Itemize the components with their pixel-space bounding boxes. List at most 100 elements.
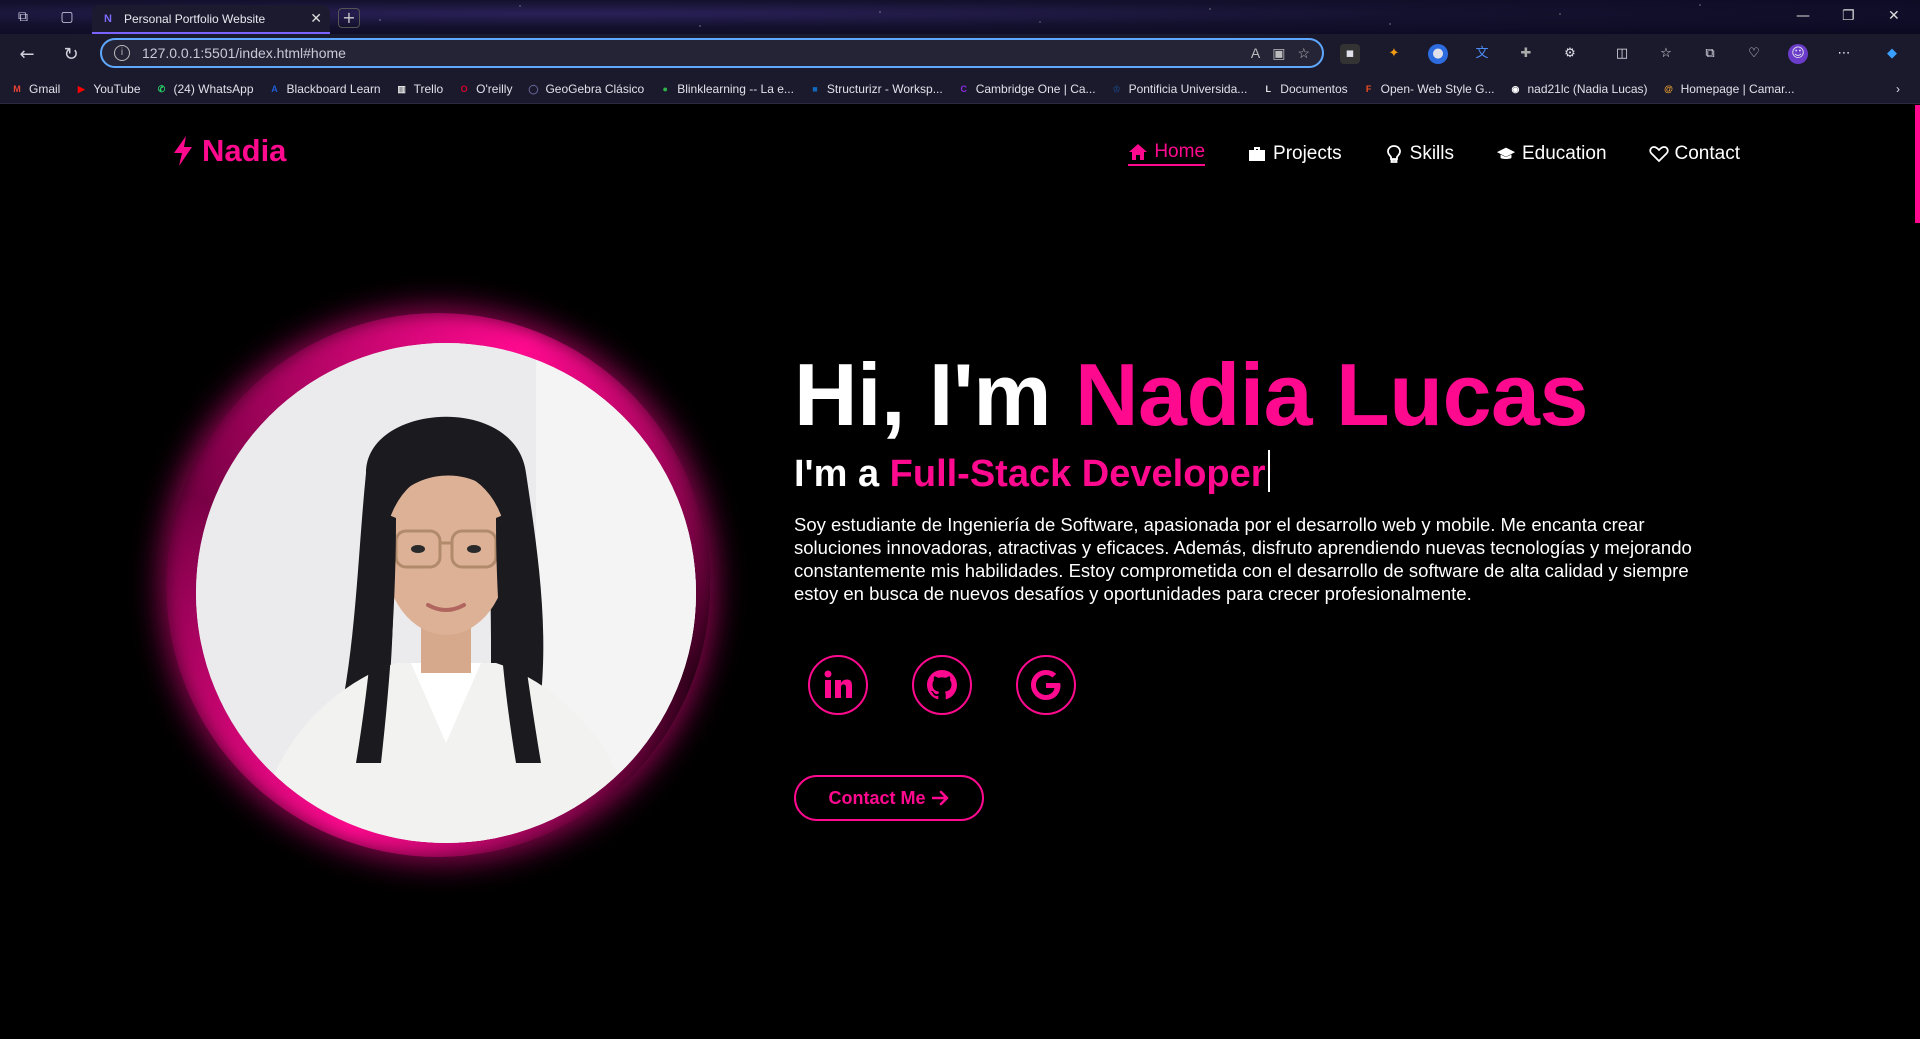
nav-home[interactable]: Home: [1128, 141, 1206, 166]
contact-me-button[interactable]: Contact Me: [794, 775, 984, 821]
hero-role-title: Full-Stack Developer: [889, 453, 1266, 495]
restore-icon[interactable]: ❐: [1842, 8, 1855, 24]
tab-favicon-icon: N: [104, 12, 112, 25]
collections-icon[interactable]: ⧉: [1700, 44, 1720, 64]
copilot-icon[interactable]: ◆: [1882, 44, 1902, 64]
minimize-icon[interactable]: —: [1796, 8, 1810, 24]
bookmark-item[interactable]: A Blackboard Learn: [268, 81, 381, 96]
nav-contact[interactable]: Contact: [1648, 141, 1740, 166]
bookmark-label: Blackboard Learn: [286, 81, 381, 96]
nav-skills-label: Skills: [1409, 142, 1454, 164]
bookmark-favicon-icon: O: [460, 83, 468, 94]
briefcase-icon: [1249, 146, 1266, 161]
extension-circle-icon[interactable]: ●: [1428, 44, 1448, 64]
bookmark-label: Pontificia Universida...: [1128, 81, 1248, 96]
hero-heading: Hi, I'm Nadia Lucas: [794, 345, 1714, 445]
bookmark-label: (24) WhatsApp: [173, 81, 254, 96]
social-links: [808, 655, 1076, 715]
favorite-star-icon[interactable]: ☆: [1297, 45, 1310, 62]
profile-portrait-image: [196, 343, 696, 843]
bookmark-favicon-icon: ●: [662, 83, 668, 94]
graduation-cap-icon: [1496, 147, 1516, 159]
bookmark-label: Documentos: [1280, 81, 1348, 96]
browser-tab[interactable]: N Personal Portfolio Website ✕: [92, 5, 330, 34]
bookmark-item[interactable]: L Documentos: [1261, 81, 1348, 96]
favorites-icon[interactable]: ☆: [1656, 44, 1676, 64]
site-info-icon[interactable]: i: [114, 45, 130, 61]
hero-bio: Soy estudiante de Ingeniería de Software…: [794, 514, 1692, 604]
bookmark-item[interactable]: M Gmail: [10, 82, 60, 96]
bookmark-label: YouTube: [93, 81, 141, 96]
scroll-indicator[interactable]: [1915, 105, 1920, 223]
nav-skills[interactable]: Skills: [1384, 141, 1454, 166]
bookmark-favicon-icon: ▥: [397, 83, 406, 94]
hero-section: Hi, I'm Nadia Lucas I'm a Full-Stack Dev…: [794, 345, 1714, 605]
extension-icon[interactable]: ▪: [1340, 44, 1360, 64]
site-logo[interactable]: Nadia: [172, 133, 286, 169]
profile-avatar-icon[interactable]: ☺: [1788, 44, 1808, 64]
more-menu-icon[interactable]: ⋯: [1834, 44, 1854, 64]
bookmark-item[interactable]: F Open- Web Style G...: [1362, 82, 1495, 96]
hero-role-prefix: I'm a: [794, 453, 890, 495]
bookmark-item[interactable]: @ Homepage | Camar...: [1662, 81, 1795, 96]
bookmarks-bar: M Gmail ▶ YouTube ✆ (24) WhatsApp A Blackboard …: [0, 74, 1920, 104]
workspaces-icon[interactable]: ⧉: [14, 8, 32, 26]
back-icon[interactable]: ←: [16, 44, 38, 66]
close-tab-icon[interactable]: ✕: [310, 10, 322, 27]
extension-fox-icon[interactable]: ✦: [1384, 44, 1404, 64]
bookmark-favicon-icon: F: [1365, 83, 1372, 94]
read-aloud-icon[interactable]: A: [1251, 45, 1260, 61]
nav-education-label: Education: [1522, 142, 1607, 164]
bookmark-favicon-icon: L: [1265, 83, 1272, 94]
main-nav: Home Projects Skills Education Contact: [1128, 141, 1740, 166]
bookmarks-overflow-icon[interactable]: ›: [1896, 82, 1900, 96]
nav-contact-label: Contact: [1674, 142, 1740, 164]
browser-tab-bar: ⧉ ▢ N Personal Portfolio Website ✕ + — ❐…: [0, 0, 1920, 34]
profile-photo: [196, 343, 696, 843]
profile-photo-frame: [166, 313, 710, 857]
arrow-right-icon: [931, 790, 948, 806]
bookmark-item[interactable]: C Cambridge One | Ca...: [957, 81, 1096, 96]
bookmark-item[interactable]: ▶ YouTube: [74, 81, 141, 96]
google-link[interactable]: [1016, 655, 1076, 715]
bookmark-item[interactable]: ✆ (24) WhatsApp: [155, 82, 254, 96]
extensions-icon[interactable]: ⚙: [1560, 44, 1580, 64]
bookmark-label: GeoGebra Clásico: [545, 81, 645, 96]
split-screen-icon[interactable]: ◫: [1612, 44, 1632, 64]
linkedin-link[interactable]: [808, 655, 868, 715]
bookmark-item[interactable]: ● Blinklearning -- La e...: [658, 81, 794, 96]
github-link[interactable]: [912, 655, 972, 715]
nav-education[interactable]: Education: [1496, 141, 1607, 166]
url-bar[interactable]: i 127.0.0.1:5501/index.html#home A ▣ ☆: [100, 38, 1324, 68]
bookmark-label: Cambridge One | Ca...: [975, 81, 1096, 96]
bookmark-label: Open- Web Style G...: [1380, 81, 1495, 96]
bookmark-item[interactable]: ◯ GeoGebra Clásico: [526, 82, 644, 96]
tab-actions-icon[interactable]: ▢: [58, 8, 76, 26]
bookmark-item[interactable]: ▥ Trello: [395, 82, 443, 96]
browser-essentials-icon[interactable]: ♡: [1744, 44, 1764, 64]
nav-projects[interactable]: Projects: [1247, 141, 1342, 166]
refresh-icon[interactable]: ↻: [60, 44, 82, 66]
url-text[interactable]: 127.0.0.1:5501/index.html#home: [142, 45, 1239, 61]
bookmark-label: Blinklearning -- La e...: [677, 81, 794, 96]
nav-projects-label: Projects: [1273, 142, 1342, 164]
close-window-icon[interactable]: ✕: [1888, 8, 1900, 24]
bolt-icon: [174, 136, 192, 166]
linkedin-icon: [824, 670, 852, 698]
bookmark-label: O'reilly: [476, 81, 513, 96]
hero-name: Nadia Lucas: [1074, 345, 1588, 444]
bookmark-item[interactable]: ♔ Pontificia Universida...: [1110, 82, 1248, 96]
immersive-reader-icon[interactable]: ▣: [1272, 45, 1285, 62]
portfolio-page: Nadia Home Projects Skills Education Con…: [0, 105, 1920, 1039]
bookmark-favicon-icon: M: [13, 83, 21, 94]
bookmark-item[interactable]: ◉ nad21lc (Nadia Lucas): [1508, 81, 1648, 96]
bookmark-item[interactable]: ■ Structurizr - Worksp...: [808, 82, 943, 96]
typing-caret: [1267, 450, 1270, 492]
hero-role: I'm a Full-Stack Developer: [794, 449, 1714, 499]
bookmark-item[interactable]: O O'reilly: [457, 81, 513, 96]
new-tab-button[interactable]: +: [338, 8, 360, 28]
translate-icon[interactable]: 文: [1472, 44, 1492, 64]
bookmark-label: nad21lc (Nadia Lucas): [1527, 81, 1648, 96]
extension-puzzle-icon[interactable]: ✚: [1516, 44, 1536, 64]
bookmark-label: Homepage | Camar...: [1680, 81, 1795, 96]
